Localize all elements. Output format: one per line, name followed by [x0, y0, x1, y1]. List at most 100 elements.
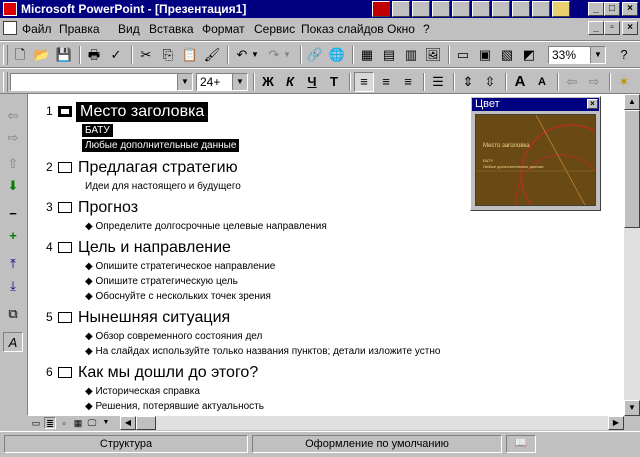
menu-edit[interactable]: Правка [59, 22, 100, 36]
print-icon[interactable]: 🖶 [84, 45, 104, 65]
menu-help[interactable]: ? [423, 22, 430, 36]
minimize-button[interactable]: _ [588, 2, 604, 16]
menu-slide-show[interactable]: Показ слайдов [301, 22, 384, 36]
undo-icon[interactable]: ↶ [232, 45, 252, 65]
slide-view-icon[interactable]: ▫ [58, 417, 70, 429]
italic-button[interactable]: К [280, 72, 300, 92]
slide-icon[interactable] [58, 367, 72, 378]
contacts-shortcut-icon[interactable] [472, 1, 490, 17]
powerpoint-app-icon[interactable] [3, 2, 17, 16]
paste-icon[interactable]: 📋 [180, 45, 200, 65]
slide-icon[interactable] [58, 312, 72, 323]
bullet-item[interactable]: ◆ Определите долгосрочные целевые направ… [85, 220, 327, 233]
collapse-icon[interactable]: − [3, 204, 23, 224]
slide-icon[interactable] [58, 242, 72, 253]
align-left-icon[interactable]: ≡ [354, 72, 374, 92]
demote-icon[interactable]: ⇨ [584, 72, 604, 92]
menu-window[interactable]: Окно [387, 22, 415, 36]
menu-format[interactable]: Формат [202, 22, 245, 36]
align-right-icon[interactable]: ≡ [398, 72, 418, 92]
outline-view-icon[interactable]: ≣ [44, 417, 56, 429]
new-slide-icon[interactable]: ▭ [453, 45, 473, 65]
calendar-shortcut-icon[interactable] [432, 1, 450, 17]
bold-button[interactable]: Ж [258, 72, 278, 92]
office-assistant-shortcut-icon[interactable] [552, 1, 570, 17]
doc-minimize-button[interactable]: _ [588, 21, 604, 35]
slide-miniature[interactable]: Место заголовка БАТУ Любые дополнительны… [475, 114, 596, 206]
insert-excel-worksheet-icon[interactable]: ▤ [379, 45, 399, 65]
save-icon[interactable]: 💾 [54, 45, 74, 65]
vertical-scroll-thumb[interactable] [624, 110, 640, 228]
expand-icon[interactable]: + [3, 226, 23, 246]
horizontal-scrollbar[interactable]: ◀ ▶ [120, 416, 624, 430]
bullet-item[interactable]: ◆ На слайдах используйте только названия… [85, 345, 440, 358]
bullets-icon[interactable]: ☰ [428, 72, 448, 92]
doc-close-button[interactable]: × [622, 21, 638, 35]
insert-chart-icon[interactable]: ▥ [401, 45, 421, 65]
move-down-icon[interactable]: ⬇ [3, 176, 23, 196]
new-document-shortcut-icon[interactable] [392, 1, 410, 17]
horizontal-scroll-thumb[interactable] [136, 416, 156, 430]
chevron-down-icon[interactable]: ▼ [232, 74, 247, 90]
scroll-left-icon[interactable]: ◀ [120, 416, 136, 430]
title-slide-icon[interactable] [58, 106, 72, 117]
copy-icon[interactable]: ⎘ [158, 45, 178, 65]
font-name-select[interactable]: ▼ [10, 73, 193, 91]
bullet-item[interactable]: ◆ Историческая справка [85, 385, 200, 398]
mail-shortcut-icon[interactable] [452, 1, 470, 17]
slide-icon[interactable] [58, 202, 72, 213]
toolbar-grip[interactable] [3, 45, 8, 65]
slide-title[interactable]: Нынешняя ситуация [78, 308, 230, 328]
insert-word-table-icon[interactable]: ▦ [357, 45, 377, 65]
menu-tools[interactable]: Сервис [254, 22, 295, 36]
insert-clip-art-icon[interactable]: 🖼 [423, 45, 443, 65]
move-up-icon[interactable]: ⇧ [3, 154, 23, 174]
bullet-item[interactable]: ◆ Обоснуйте с нескольких точек зрения [85, 290, 271, 303]
promote-left-arrow-icon[interactable]: ⇦ [3, 106, 23, 126]
close-button[interactable]: × [622, 2, 638, 16]
miniature-close-button[interactable]: × [587, 99, 598, 109]
animation-effects-icon[interactable]: ✶ [614, 72, 634, 92]
undo-dropdown-icon[interactable]: ▼ [250, 45, 260, 65]
insert-hyperlink-icon[interactable]: 🔗 [305, 45, 325, 65]
slide-icon[interactable] [58, 162, 72, 173]
office-shortcut-icon[interactable] [372, 1, 390, 17]
open-folder-icon[interactable]: 📂 [32, 45, 52, 65]
decrease-paragraph-spacing-icon[interactable]: ⇳ [480, 72, 500, 92]
slide-subtitle[interactable]: БАТУ [82, 124, 113, 137]
format-painter-icon[interactable]: 🖌 [202, 45, 222, 65]
normal-view-icon[interactable]: ▭ [30, 417, 42, 429]
toolbar-grip[interactable] [3, 72, 8, 92]
vertical-scrollbar[interactable]: ▲ ▼ [624, 94, 640, 416]
view-dropdown-icon[interactable]: ▼ [100, 417, 112, 429]
document-icon[interactable] [3, 21, 17, 35]
zoom-select[interactable]: 33% ▼ [548, 46, 606, 64]
slide-text-line[interactable]: Идеи для настоящего и будущего [85, 180, 241, 193]
chevron-down-icon[interactable]: ▼ [177, 74, 192, 90]
underline-button[interactable]: Ч [302, 72, 322, 92]
scroll-up-icon[interactable]: ▲ [624, 94, 640, 110]
apply-design-icon[interactable]: ▧ [497, 45, 517, 65]
office-assistant-icon[interactable]: ? [614, 45, 634, 65]
increase-font-size-icon[interactable]: A [510, 72, 530, 92]
menu-insert[interactable]: Вставка [149, 22, 194, 36]
slide-title[interactable]: Место заголовка [76, 102, 209, 122]
miniature-title-bar[interactable]: Цвет [472, 98, 599, 111]
expand-all-icon[interactable]: ⤓ [3, 276, 23, 296]
scroll-right-icon[interactable]: ▶ [608, 416, 624, 430]
slide-layout-icon[interactable]: ▣ [475, 45, 495, 65]
scroll-down-icon[interactable]: ▼ [624, 400, 640, 416]
spelling-status-icon[interactable]: 📖 [506, 435, 536, 453]
redo-dropdown-icon[interactable]: ▼ [282, 45, 292, 65]
doc-restore-button[interactable]: ▫ [604, 21, 620, 35]
collapse-all-icon[interactable]: ⤒ [3, 254, 23, 274]
slide-title[interactable]: Как мы дошли до этого? [78, 363, 258, 383]
slide-title[interactable]: Цель и направление [78, 238, 231, 258]
bullet-item[interactable]: ◆ Опишите стратегическую цель [85, 275, 238, 288]
chevron-down-icon[interactable]: ▼ [590, 47, 605, 63]
slide-title[interactable]: Прогноз [78, 198, 138, 218]
maximize-button[interactable]: □ [604, 2, 620, 16]
slide-title[interactable]: Предлагая стратегию [78, 158, 238, 178]
align-center-icon[interactable]: ≡ [376, 72, 396, 92]
bullet-item[interactable]: ◆ Опишите стратегическое направление [85, 260, 275, 273]
